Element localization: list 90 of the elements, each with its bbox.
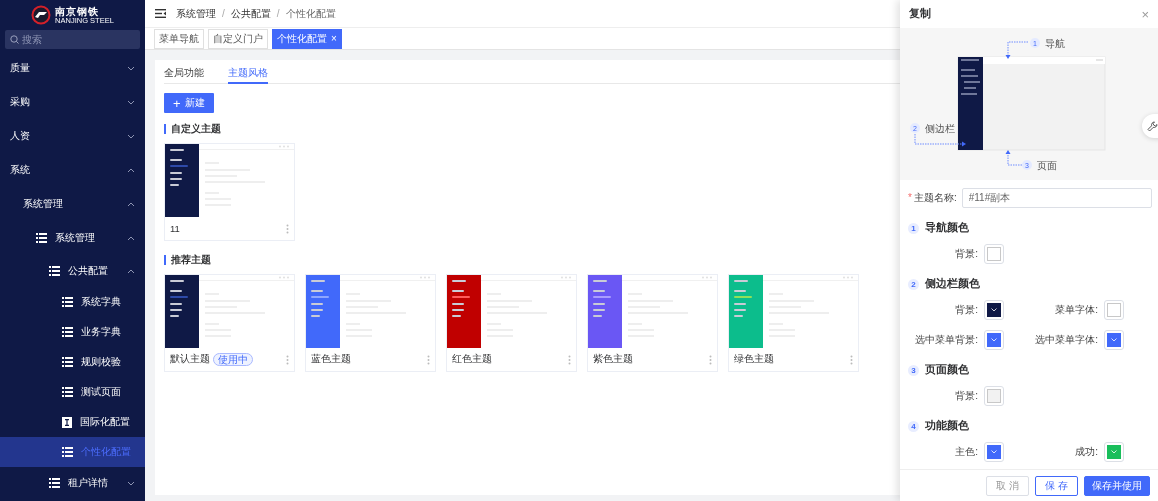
list-icon: [62, 357, 73, 367]
menu-item[interactable]: 租户详情: [0, 467, 145, 499]
theme-card[interactable]: 11: [164, 143, 295, 241]
new-button[interactable]: + 新建: [164, 93, 214, 113]
text-box-icon: [62, 416, 72, 428]
field-label: 主色:: [954, 445, 978, 459]
more-icon[interactable]: [427, 354, 430, 365]
list-icon: [62, 387, 73, 397]
theme-card[interactable]: 红色主题: [446, 274, 577, 372]
group-title: 侧边栏颜色: [925, 277, 980, 291]
theme-name-input[interactable]: #11#副本: [961, 188, 1152, 208]
menu-item[interactable]: 采购: [0, 85, 145, 119]
theme-card[interactable]: 默认主题 使用中: [164, 274, 295, 372]
content-tab[interactable]: 主题风格: [228, 66, 268, 84]
theme-name: 紫色主题: [593, 353, 633, 366]
search-field[interactable]: 搜索: [5, 30, 140, 49]
breadcrumb-item[interactable]: 系统管理: [176, 6, 216, 21]
chevron-icon: [1111, 338, 1117, 342]
menu-icon[interactable]: [155, 9, 166, 18]
breadcrumb-item[interactable]: 公共配置: [230, 6, 271, 21]
more-icon[interactable]: [286, 354, 289, 365]
step-number: 2: [908, 278, 919, 290]
field-label: 选中菜单字体:: [1034, 333, 1098, 347]
field-label: 选中菜单背景:: [914, 333, 978, 347]
menu-item[interactable]: 业务字典: [0, 317, 145, 347]
field-label: 背景:: [954, 303, 978, 317]
menu-item[interactable]: 质量: [0, 51, 145, 85]
menu-item[interactable]: 公共配置: [0, 255, 145, 287]
menu-item[interactable]: 国际化配置: [0, 407, 145, 437]
leader-line: [914, 133, 966, 147]
leader-line: [1005, 41, 1029, 59]
logo-icon: [31, 5, 52, 25]
more-icon[interactable]: [568, 354, 571, 365]
breadcrumb-item[interactable]: 个性化配置: [285, 6, 336, 21]
leader-line: [1005, 150, 1023, 166]
list-icon: [62, 327, 73, 337]
list-icon: [36, 233, 47, 243]
page-tab[interactable]: 自定义门户: [208, 28, 268, 49]
group-title: 功能颜色: [925, 419, 969, 433]
list-icon: [62, 447, 73, 457]
logo-name: 南京钢铁: [55, 5, 100, 17]
step-number: 4: [908, 420, 919, 432]
menu-item[interactable]: 人资: [0, 119, 145, 153]
theme-card[interactable]: 绿色主题: [728, 274, 859, 372]
close-icon[interactable]: ×: [331, 33, 337, 44]
step-number: 3: [908, 364, 919, 376]
field-label: 成功:: [1074, 445, 1098, 459]
theme-name: 11: [170, 223, 180, 234]
breadcrumb-separator: /: [222, 8, 225, 19]
status-badge: 使用中: [213, 353, 253, 366]
field-label: * 主题名称:: [908, 191, 957, 205]
list-icon: [62, 297, 73, 307]
field-label: 背景:: [954, 389, 978, 403]
chevron-icon: [991, 308, 997, 312]
more-icon[interactable]: [850, 354, 853, 365]
more-icon[interactable]: [709, 354, 712, 365]
theme-card[interactable]: 紫色主题: [587, 274, 718, 372]
theme-name: 红色主题: [452, 353, 492, 366]
chevron-icon: [991, 450, 997, 454]
menu-item[interactable]: 测试页面: [0, 377, 145, 407]
field-label: 菜单字体:: [1054, 303, 1098, 317]
group-title: 页面颜色: [925, 363, 969, 377]
diagram-label: 侧边栏: [925, 122, 955, 134]
menu-item[interactable]: 系统管理: [0, 187, 145, 221]
save-and-use-button[interactable]: 保存并使用: [1084, 475, 1150, 496]
wrench-icon: [1147, 120, 1158, 132]
page-tab[interactable]: 菜单导航: [154, 28, 204, 49]
step-number: 1: [908, 222, 919, 234]
content-tab[interactable]: 全局功能: [164, 66, 204, 82]
menu-item[interactable]: 系统: [0, 153, 145, 187]
theme-name: 蓝色主题: [311, 353, 351, 366]
diagram-label: 导航: [1045, 37, 1065, 49]
breadcrumb-separator: /: [276, 8, 280, 19]
menu-item[interactable]: 规则校验: [0, 347, 145, 377]
menu-item[interactable]: 系统字典: [0, 287, 145, 317]
search-icon: [10, 35, 19, 44]
save-button[interactable]: 保 存: [1035, 475, 1078, 496]
group-title: 导航颜色: [925, 221, 969, 235]
chevron-icon: [1111, 450, 1117, 454]
theme-card[interactable]: 蓝色主题: [305, 274, 436, 372]
theme-name: 绿色主题: [734, 353, 774, 366]
theme-name: 默认主题: [170, 353, 210, 366]
page-tab[interactable]: 个性化配置 ×: [272, 28, 342, 49]
list-icon: [49, 478, 60, 488]
drawer-title: 复制: [909, 7, 931, 21]
list-icon: [49, 266, 60, 276]
menu-item[interactable]: 系统管理: [0, 221, 145, 255]
chevron-icon: [991, 338, 997, 342]
more-icon[interactable]: [286, 223, 289, 234]
diagram-label: 页面: [1037, 159, 1057, 171]
